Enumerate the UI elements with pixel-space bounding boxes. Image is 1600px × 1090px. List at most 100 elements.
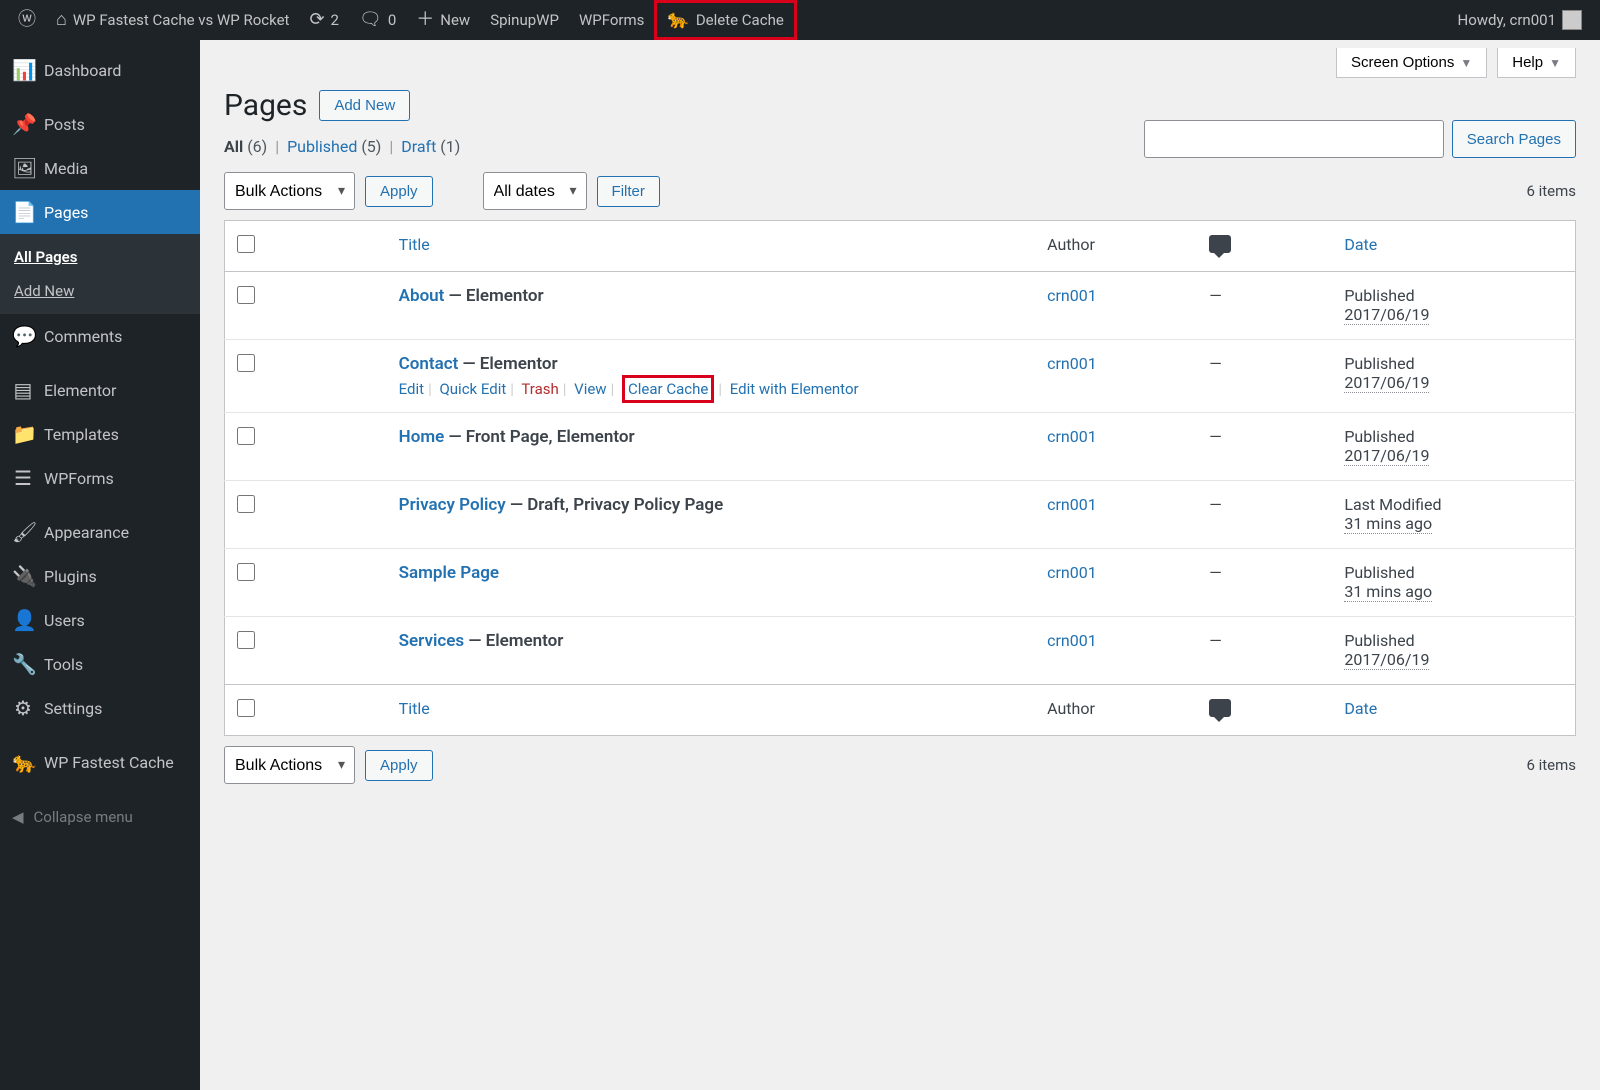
table-row: Contact — Elementor Edit| Quick Edit| Tr… bbox=[225, 340, 1576, 413]
post-state: — Draft, Privacy Policy Page bbox=[506, 495, 724, 515]
author-link[interactable]: crn001 bbox=[1047, 427, 1097, 446]
date-cell: Published 2017/06/19 bbox=[1332, 617, 1575, 685]
adminbar-spinupwp[interactable]: SpinupWP bbox=[480, 0, 569, 40]
comment-icon bbox=[1209, 235, 1231, 253]
post-state: — Front Page, Elementor bbox=[444, 427, 634, 447]
plus-icon: ＋ bbox=[416, 11, 434, 29]
page-link[interactable]: About — Elementor bbox=[399, 286, 544, 306]
menu-wpfc[interactable]: 🐆WP Fastest Cache bbox=[0, 740, 200, 784]
wp-logo[interactable]: ⓦ bbox=[8, 0, 46, 40]
action-view[interactable]: View bbox=[574, 380, 606, 398]
user-icon: 👤 bbox=[12, 608, 34, 632]
author-link[interactable]: crn001 bbox=[1047, 495, 1097, 514]
site-title: WP Fastest Cache vs WP Rocket bbox=[73, 11, 290, 29]
select-all-bottom[interactable] bbox=[237, 699, 255, 717]
table-row: Sample Page crn001 — Published 31 mins a… bbox=[225, 549, 1576, 617]
help-toggle[interactable]: Help▼ bbox=[1497, 48, 1576, 78]
collapse-icon: ◀ bbox=[12, 808, 24, 826]
col-date[interactable]: Date bbox=[1344, 235, 1377, 254]
apply-bulk-button-bottom[interactable]: Apply bbox=[365, 750, 433, 781]
pin-icon: 📌 bbox=[12, 112, 34, 136]
row-checkbox[interactable] bbox=[237, 495, 255, 513]
col-title[interactable]: Title bbox=[399, 235, 430, 254]
page-title: Pages bbox=[224, 88, 307, 123]
menu-wpforms[interactable]: ☰WPForms bbox=[0, 456, 200, 500]
site-link[interactable]: ⌂ WP Fastest Cache vs WP Rocket bbox=[46, 0, 299, 40]
date-cell: Published 31 mins ago bbox=[1332, 549, 1575, 617]
updates-link[interactable]: ⟳2 bbox=[299, 0, 349, 40]
menu-comments[interactable]: 💬Comments bbox=[0, 314, 200, 358]
submenu-all-pages[interactable]: All Pages bbox=[0, 240, 200, 274]
menu-media[interactable]: 🖼Media bbox=[0, 146, 200, 190]
select-all-top[interactable] bbox=[237, 235, 255, 253]
content-area: Screen Options▼ Help▼ Pages Add New All … bbox=[200, 40, 1600, 1090]
home-icon: ⌂ bbox=[56, 11, 67, 29]
adminbar-wpforms[interactable]: WPForms bbox=[569, 0, 654, 40]
author-link[interactable]: crn001 bbox=[1047, 563, 1097, 582]
col-title-foot[interactable]: Title bbox=[399, 699, 430, 718]
admin-bar: ⓦ ⌂ WP Fastest Cache vs WP Rocket ⟳2 🗨0 ＋… bbox=[0, 0, 1600, 40]
updates-count: 2 bbox=[331, 11, 339, 29]
form-icon: ☰ bbox=[12, 466, 34, 490]
filter-all[interactable]: All bbox=[224, 137, 243, 156]
gear-icon: ⚙ bbox=[12, 696, 34, 720]
menu-dashboard[interactable]: 📊Dashboard bbox=[0, 48, 200, 92]
dashboard-icon: 📊 bbox=[12, 58, 34, 82]
menu-posts[interactable]: 📌Posts bbox=[0, 102, 200, 146]
add-new-button[interactable]: Add New bbox=[319, 90, 410, 121]
new-content[interactable]: ＋New bbox=[406, 0, 480, 40]
date-cell: Published 2017/06/19 bbox=[1332, 413, 1575, 481]
delete-cache[interactable]: 🐆Delete Cache bbox=[654, 0, 796, 40]
action-quick-edit[interactable]: Quick Edit bbox=[439, 380, 506, 398]
item-count-bottom: 6 items bbox=[1526, 756, 1576, 774]
apply-bulk-button[interactable]: Apply bbox=[365, 176, 433, 207]
col-date-foot[interactable]: Date bbox=[1344, 699, 1377, 718]
page-link[interactable]: Contact — Elementor bbox=[399, 354, 558, 374]
filter-draft[interactable]: Draft bbox=[401, 137, 436, 156]
page-link[interactable]: Services — Elementor bbox=[399, 631, 564, 651]
action-edit[interactable]: Edit bbox=[399, 380, 424, 398]
date-cell: Published 2017/06/19 bbox=[1332, 272, 1575, 340]
bulk-actions-select[interactable]: Bulk Actions bbox=[224, 172, 355, 210]
menu-users[interactable]: 👤Users bbox=[0, 598, 200, 642]
cheetah-icon: 🐆 bbox=[12, 750, 34, 774]
page-link[interactable]: Privacy Policy — Draft, Privacy Policy P… bbox=[399, 495, 724, 515]
wordpress-icon: ⓦ bbox=[18, 11, 36, 29]
avatar bbox=[1562, 10, 1582, 30]
comments-link[interactable]: 🗨0 bbox=[349, 0, 406, 40]
action-clear-cache[interactable]: Clear Cache bbox=[628, 380, 708, 398]
comments-cell: — bbox=[1197, 340, 1332, 413]
author-link[interactable]: crn001 bbox=[1047, 354, 1097, 373]
page-link[interactable]: Home — Front Page, Elementor bbox=[399, 427, 635, 447]
menu-pages[interactable]: 📄Pages bbox=[0, 190, 200, 234]
action-edit-elementor[interactable]: Edit with Elementor bbox=[730, 380, 859, 398]
comments-cell: — bbox=[1197, 272, 1332, 340]
menu-tools[interactable]: 🔧Tools bbox=[0, 642, 200, 686]
submenu-add-new[interactable]: Add New bbox=[0, 274, 200, 308]
search-pages-button[interactable]: Search Pages bbox=[1452, 120, 1576, 158]
col-author-foot: Author bbox=[1035, 685, 1197, 736]
bulk-actions-select-bottom[interactable]: Bulk Actions bbox=[224, 746, 355, 784]
author-link[interactable]: crn001 bbox=[1047, 631, 1097, 650]
author-link[interactable]: crn001 bbox=[1047, 286, 1097, 305]
row-checkbox[interactable] bbox=[237, 427, 255, 445]
row-checkbox[interactable] bbox=[237, 354, 255, 372]
date-filter-select[interactable]: All dates bbox=[483, 172, 587, 210]
row-checkbox[interactable] bbox=[237, 563, 255, 581]
collapse-menu[interactable]: ◀Collapse menu bbox=[0, 794, 200, 840]
menu-appearance[interactable]: 🖌Appearance bbox=[0, 510, 200, 554]
menu-settings[interactable]: ⚙Settings bbox=[0, 686, 200, 730]
action-trash[interactable]: Trash bbox=[521, 380, 558, 398]
page-link[interactable]: Sample Page bbox=[399, 563, 499, 583]
search-input[interactable] bbox=[1144, 120, 1444, 158]
filter-button[interactable]: Filter bbox=[597, 176, 660, 207]
my-account[interactable]: Howdy, crn001 bbox=[1448, 0, 1592, 40]
row-checkbox[interactable] bbox=[237, 631, 255, 649]
row-checkbox[interactable] bbox=[237, 286, 255, 304]
menu-templates[interactable]: 📁Templates bbox=[0, 412, 200, 456]
delete-cache-label: Delete Cache bbox=[696, 11, 784, 29]
screen-options-toggle[interactable]: Screen Options▼ bbox=[1336, 48, 1487, 78]
menu-elementor[interactable]: ▤Elementor bbox=[0, 368, 200, 412]
filter-published[interactable]: Published bbox=[287, 137, 357, 156]
menu-plugins[interactable]: 🔌Plugins bbox=[0, 554, 200, 598]
